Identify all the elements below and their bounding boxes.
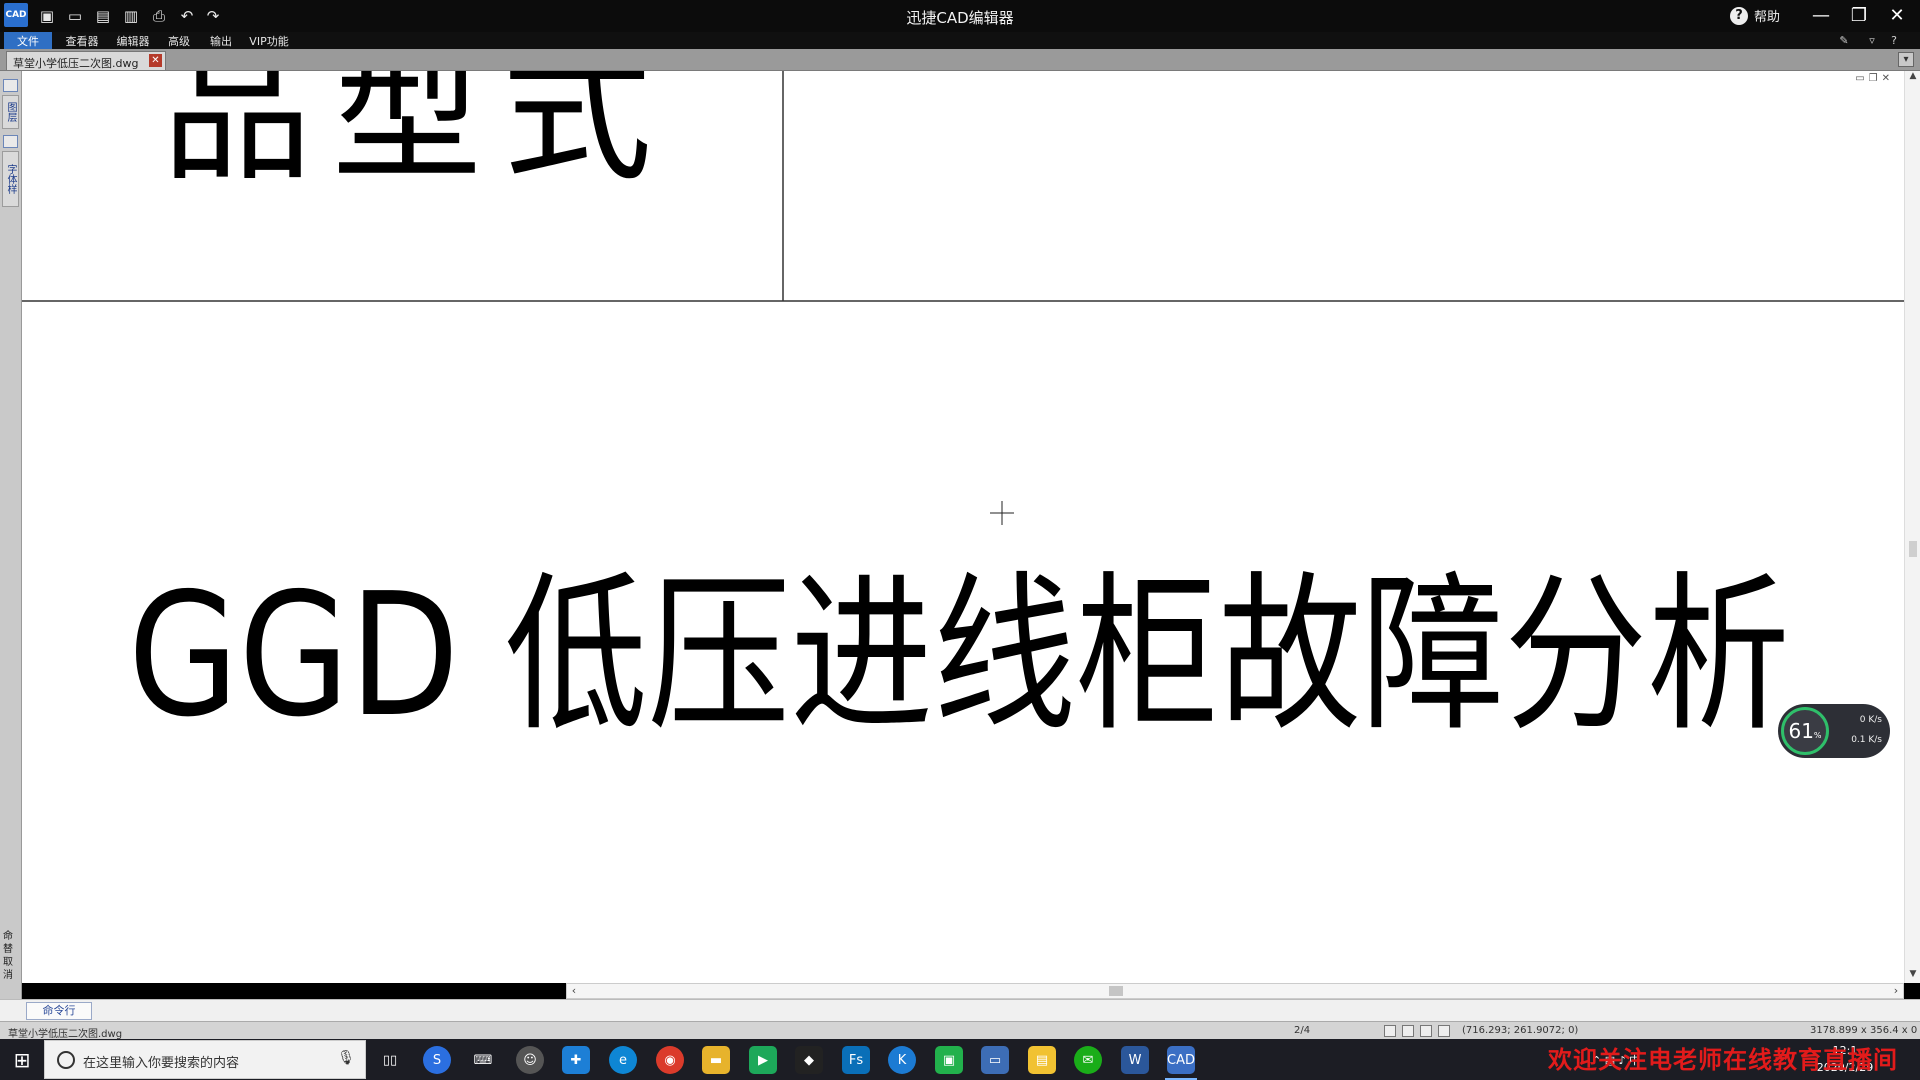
- chrome-icon[interactable]: ◉: [656, 1046, 684, 1074]
- notes-icon[interactable]: ▤: [1028, 1046, 1056, 1074]
- help-button[interactable]: ? 帮助: [1729, 6, 1780, 25]
- print-icon[interactable]: ⎙: [148, 5, 170, 27]
- menu-vip[interactable]: VIP功能: [244, 32, 294, 49]
- horizontal-scrollbar[interactable]: ‹ ›: [566, 983, 1904, 999]
- sogou-icon[interactable]: S: [423, 1046, 451, 1074]
- help-label: 帮助: [1753, 10, 1780, 25]
- open-icon[interactable]: ▭: [64, 5, 86, 27]
- menu-advanced[interactable]: 高级: [160, 32, 198, 49]
- drawing-text-top: 品型式: [162, 71, 673, 202]
- stream-overlay-text: 欢迎关注电老师在线教育直播间: [1548, 1045, 1898, 1074]
- fs-icon[interactable]: Fs: [842, 1046, 870, 1074]
- menu-output[interactable]: 输出: [202, 32, 240, 49]
- browser-icon[interactable]: e: [609, 1046, 637, 1074]
- player-icon[interactable]: ▶: [749, 1046, 777, 1074]
- polar-icon[interactable]: [1438, 1025, 1450, 1037]
- k-icon[interactable]: K: [888, 1046, 916, 1074]
- menu-editor[interactable]: 编辑器: [110, 32, 156, 49]
- document-tab-strip: 草堂小学低压二次图.dwg ✕ ▾: [0, 49, 1920, 71]
- menu-viewer[interactable]: 查看器: [58, 32, 106, 49]
- info-icon[interactable]: ?: [1886, 33, 1902, 48]
- drawing-canvas[interactable]: 品型式 GGD 低压进线柜故障分析 ▭ ❐ ✕: [22, 71, 1904, 983]
- download-rate: 0.1 K/s: [1851, 735, 1882, 745]
- keyboard-icon[interactable]: ⌨: [469, 1046, 497, 1074]
- snap-icon[interactable]: [1384, 1025, 1396, 1037]
- network-meter-widget[interactable]: 61 % 0 K/s 0.1 K/s: [1778, 704, 1890, 758]
- help-icon: ?: [1729, 6, 1748, 25]
- grid-icon[interactable]: [1402, 1025, 1414, 1037]
- left-dock: 图层 字体样: [0, 71, 22, 999]
- cortana-icon: [57, 1051, 75, 1069]
- minimize-button[interactable]: —: [1806, 2, 1836, 28]
- taskbar-search[interactable]: 在这里输入你要搜索的内容 🎙: [44, 1040, 366, 1079]
- cpu-percent: 61: [1788, 719, 1814, 743]
- layer-panel-icon[interactable]: [3, 79, 18, 92]
- scroll-up-icon[interactable]: ▲: [1905, 71, 1920, 85]
- word-icon[interactable]: W: [1121, 1046, 1149, 1074]
- viewport-minimize-icon[interactable]: ▭: [1855, 73, 1864, 84]
- horizontal-scroll-thumb[interactable]: [1109, 986, 1123, 996]
- document-tab[interactable]: 草堂小学低压二次图.dwg ✕: [6, 51, 166, 70]
- tab-list-dropdown[interactable]: ▾: [1898, 52, 1914, 67]
- taskbar: ⊞ 在这里输入你要搜索的内容 🎙 ▯▯ S ⌨ ☺ ✚ e ◉ ▬ ▶ ◆ Fs…: [0, 1039, 1920, 1080]
- command-line-bar: 命替取消 命令行: [0, 931, 1920, 1021]
- search-placeholder: 在这里输入你要搜索的内容: [83, 1056, 240, 1071]
- command-history-label: 命替取消: [3, 931, 13, 981]
- scroll-left-icon[interactable]: ‹: [567, 984, 581, 998]
- app-store-icon[interactable]: ✚: [562, 1046, 590, 1074]
- ortho-icon[interactable]: [1420, 1025, 1432, 1037]
- window-title: 迅捷CAD编辑器: [906, 9, 1014, 27]
- collapse-ribbon-icon[interactable]: ▿: [1864, 33, 1880, 48]
- status-page: 2/4: [1294, 1025, 1311, 1036]
- brush-icon[interactable]: ✎: [1836, 33, 1852, 48]
- video-icon[interactable]: ▣: [935, 1046, 963, 1074]
- restore-button[interactable]: ❐: [1844, 2, 1874, 28]
- vertical-scroll-thumb[interactable]: [1909, 541, 1917, 557]
- face-icon[interactable]: ☺: [516, 1046, 544, 1074]
- undo-icon[interactable]: ↶: [176, 5, 198, 27]
- command-line-tab[interactable]: 命令行: [26, 1002, 92, 1020]
- task-view-icon[interactable]: ▯▯: [376, 1046, 404, 1074]
- status-extent: 3178.899 x 356.4 x 0: [1810, 1025, 1918, 1036]
- save-icon[interactable]: ▤: [92, 5, 114, 27]
- status-bar: 草堂小学低压二次图.dwg 2/4 (716.293; 261.9072; 0)…: [0, 1021, 1920, 1040]
- status-file-name: 草堂小学低压二次图.dwg: [8, 1029, 123, 1040]
- font-panel-icon[interactable]: [3, 135, 18, 148]
- menu-file[interactable]: 文件: [4, 32, 52, 49]
- vertical-scrollbar[interactable]: ▲ ▼: [1904, 71, 1920, 983]
- new-icon[interactable]: ▣: [36, 5, 58, 27]
- cpu-gauge: 61 %: [1781, 707, 1829, 755]
- qq-icon[interactable]: ◆: [795, 1046, 823, 1074]
- scroll-down-icon[interactable]: ▼: [1905, 969, 1920, 983]
- viewport-restore-icon[interactable]: ❐: [1869, 73, 1878, 84]
- font-style-button[interactable]: 字体样: [2, 151, 19, 207]
- status-coordinates: (716.293; 261.9072; 0): [1462, 1025, 1579, 1036]
- document-tab-label: 草堂小学低压二次图.dwg: [13, 57, 139, 70]
- close-tab-icon[interactable]: ✕: [149, 54, 162, 67]
- title-bar: CAD ▣ ▭ ▤ ▥ ⎙ ↶ ↷ 迅捷CAD编辑器 ? 帮助 — ❐ ✕: [0, 0, 1920, 32]
- viewport-controls: ▭ ❐ ✕: [1855, 73, 1890, 84]
- app-logo[interactable]: CAD: [4, 3, 28, 27]
- viewport-close-icon[interactable]: ✕: [1882, 73, 1890, 84]
- cpu-percent-unit: %: [1813, 730, 1822, 740]
- layer-panel-button[interactable]: 图层: [2, 95, 19, 129]
- scroll-right-icon[interactable]: ›: [1889, 984, 1903, 998]
- explorer-icon[interactable]: ▬: [702, 1046, 730, 1074]
- upload-rate: 0 K/s: [1859, 715, 1882, 725]
- redo-icon[interactable]: ↷: [202, 5, 224, 27]
- close-button[interactable]: ✕: [1882, 2, 1912, 28]
- menu-bar: 文件 查看器 编辑器 高级 输出 VIP功能 ✎ ▿ ?: [0, 32, 1920, 49]
- wechat-icon[interactable]: ✉: [1074, 1046, 1102, 1074]
- windows-start-icon[interactable]: ⊞: [0, 1039, 44, 1080]
- cad-icon[interactable]: CAD: [1165, 1046, 1197, 1080]
- monitor-icon[interactable]: ▭: [981, 1046, 1009, 1074]
- drawing-text-title: GGD 低压进线柜故障分析: [128, 557, 1790, 755]
- microphone-icon[interactable]: 🎙: [337, 1050, 355, 1066]
- save-as-icon[interactable]: ▥: [120, 5, 142, 27]
